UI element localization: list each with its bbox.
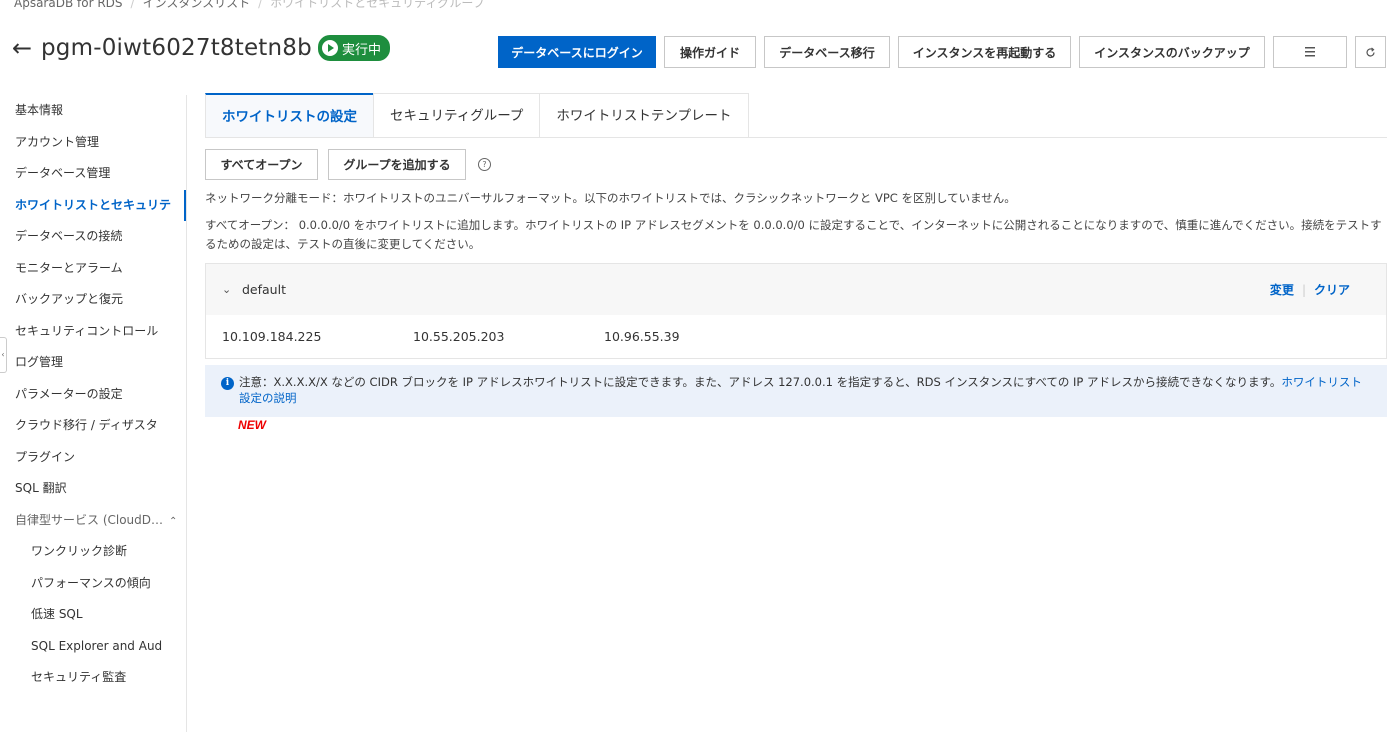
ip-list: 10.109.184.225 10.55.205.203 10.96.55.39 — [206, 315, 1386, 358]
backup-instance-button[interactable]: インスタンスのバックアップ — [1079, 36, 1265, 68]
sidebar-item-sql-explorer[interactable]: SQL Explorer and Aud — [0, 631, 186, 663]
sidebar-item-database-connection[interactable]: データベースの接続 — [0, 221, 186, 253]
restart-instance-button[interactable]: インスタンスを再起動する — [898, 36, 1071, 68]
sidebar-group-autonomous-service[interactable]: 自律型サービス (CloudD… ⌃ — [0, 505, 186, 537]
database-migration-button[interactable]: データベース移行 — [764, 36, 890, 68]
chevron-down-icon[interactable]: ⌄ — [222, 283, 242, 296]
group-actions: 変更 | クリア — [1270, 281, 1350, 298]
status-text: 実行中 — [341, 42, 381, 58]
sidebar-item-one-click-diagnosis[interactable]: ワンクリック診断 — [0, 536, 186, 568]
chevron-up-icon: ⌃ — [169, 515, 178, 527]
status-badge: 実行中 — [317, 35, 390, 61]
sidebar-item-database-management[interactable]: データベース管理 — [0, 158, 186, 190]
tab-bar: ホワイトリストの設定 セキュリティグループ ホワイトリストテンプレート — [205, 93, 1387, 138]
info-icon: i — [221, 377, 234, 390]
open-all-description: すべてオープン： 0.0.0.0/0 をホワイトリストに追加します。ホワイトリス… — [205, 218, 1382, 251]
sidebar-collapse-handle[interactable]: ‹ — [0, 337, 7, 373]
add-group-button[interactable]: グループを追加する — [328, 149, 466, 180]
breadcrumb-separator: / — [130, 0, 135, 10]
sidebar-item-cloud-migration[interactable]: クラウド移行 / ディザスタ — [0, 410, 186, 442]
tab-whitelist-templates[interactable]: ホワイトリストテンプレート — [539, 93, 749, 137]
cidr-notice: i 注意：X.X.X.X/X などの CIDR ブロックを IP アドレスホワイ… — [205, 365, 1387, 417]
page-title: pgm-0iwt6027t8tetn8b — [41, 35, 312, 61]
tab-whitelist-settings[interactable]: ホワイトリストの設定 — [205, 93, 374, 137]
sidebar-item-plugins[interactable]: プラグイン — [0, 442, 186, 474]
sidebar-item-slow-sql[interactable]: 低速 SQL — [0, 599, 186, 631]
sidebar-nav: 基本情報 アカウント管理 データベース管理 ホワイトリストとセキュリテ データベ… — [0, 95, 187, 732]
whitelist-toolbar: すべてオープン グループを追加する ? — [205, 149, 1387, 180]
ip-address: 10.55.205.203 — [413, 329, 505, 344]
notice-text: 注意：X.X.X.X/X などの CIDR ブロックを IP アドレスホワイトリ… — [239, 375, 1282, 389]
page-header: ← pgm-0iwt6027t8tetn8b 実行中 — [12, 34, 390, 62]
breadcrumb-item-rds[interactable]: ApsaraDB for RDS — [14, 0, 123, 10]
breadcrumb-item-instance-list[interactable]: インスタンスリスト — [143, 0, 251, 10]
sidebar-item-sql-translation[interactable]: SQL 翻訳 — [0, 473, 186, 505]
main-content: ホワイトリストの設定 セキュリティグループ ホワイトリストテンプレート すべてオ… — [205, 93, 1387, 417]
sidebar-item-log-management[interactable]: ログ管理 — [0, 347, 186, 379]
sidebar-item-performance-trends[interactable]: パフォーマンスの傾向 — [0, 568, 186, 600]
breadcrumb-separator: / — [258, 0, 263, 10]
list-icon — [1305, 47, 1315, 57]
operation-guide-button[interactable]: 操作ガイド — [664, 36, 756, 68]
open-all-button[interactable]: すべてオープン — [205, 149, 318, 180]
sidebar-item-monitor-alarm[interactable]: モニターとアラーム — [0, 253, 186, 285]
ip-address: 10.96.55.39 — [604, 329, 680, 344]
breadcrumb: ApsaraDB for RDS / インスタンスリスト / ホワイトリストとセキュリテ… — [14, 0, 485, 11]
sidebar-item-whitelist-security[interactable]: ホワイトリストとセキュリテ — [0, 189, 186, 221]
refresh-button[interactable] — [1355, 36, 1386, 68]
breadcrumb-item-current: ホワイトリストとセキュリティグループ — [270, 0, 485, 10]
link-divider: | — [1301, 283, 1306, 297]
clear-group-link[interactable]: クリア — [1314, 283, 1350, 297]
back-arrow-icon[interactable]: ← — [12, 34, 38, 62]
edit-group-link[interactable]: 変更 — [1270, 283, 1294, 297]
ip-address: 10.109.184.225 — [222, 329, 322, 344]
whitelist-group-name: default — [242, 282, 286, 297]
network-mode-description: ネットワーク分離モード：ホワイトリストのユニバーサルフォーマット。以下のホワイト… — [205, 191, 1016, 205]
sidebar-item-parameter-settings[interactable]: パラメーターの設定 — [0, 379, 186, 411]
login-database-button[interactable]: データベースにログイン — [498, 36, 656, 68]
sidebar-group-label: 自律型サービス (CloudD… — [15, 512, 164, 527]
sidebar-item-basic-info[interactable]: 基本情報 — [0, 95, 186, 127]
help-icon[interactable]: ? — [478, 158, 491, 171]
whitelist-group-card: ⌄ default 変更 | クリア 10.109.184.225 10.55.20… — [205, 263, 1387, 359]
sidebar-item-account-management[interactable]: アカウント管理 — [0, 127, 186, 159]
whitelist-group-header: ⌄ default 変更 | クリア — [206, 264, 1386, 315]
sidebar-item-security-control[interactable]: セキュリティコントロール — [0, 316, 186, 348]
refresh-icon — [1366, 47, 1375, 56]
sidebar-item-security-audit[interactable]: セキュリティ監査 — [0, 662, 186, 694]
tab-security-groups[interactable]: セキュリティグループ — [373, 93, 541, 137]
play-icon — [321, 40, 338, 56]
sidebar-item-backup-restore[interactable]: バックアップと復元 — [0, 284, 186, 316]
new-badge: NEW — [238, 418, 266, 432]
more-menu-button[interactable] — [1273, 36, 1347, 68]
action-toolbar: データベースにログイン 操作ガイド データベース移行 インスタンスを再起動する … — [498, 36, 1386, 68]
